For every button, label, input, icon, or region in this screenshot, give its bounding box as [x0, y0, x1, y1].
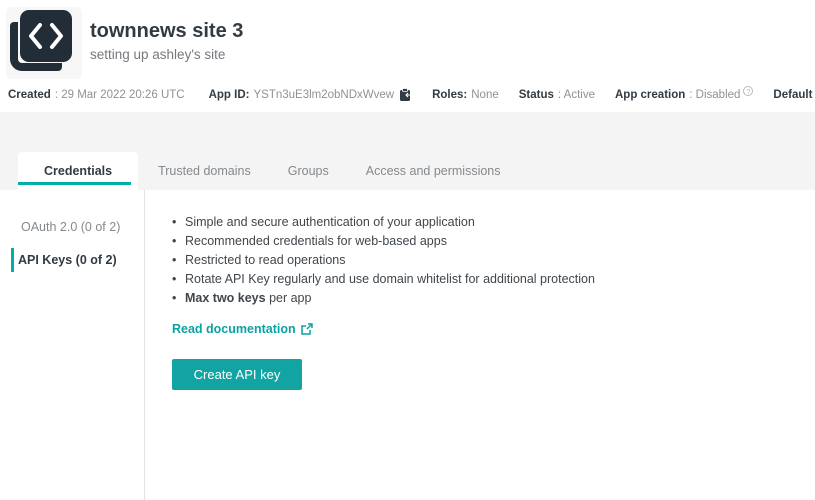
read-documentation-label: Read documentation — [172, 322, 296, 336]
sidebar-item-api-keys[interactable]: API Keys (0 of 2) — [11, 248, 144, 272]
tab-credentials-label: Credentials — [44, 164, 112, 178]
meta-created: Created : 29 Mar 2022 20:26 UTC — [8, 89, 185, 101]
app-header: townnews site 3 setting up ashley's site… — [0, 0, 815, 112]
page-subtitle: setting up ashley's site — [90, 47, 225, 62]
meta-status: Status : Active — [519, 89, 595, 101]
api-keys-panel: Simple and secure authentication of your… — [145, 190, 815, 500]
tab-access-permissions-label: Access and permissions — [366, 164, 501, 178]
app-id-label: App ID: — [209, 89, 250, 101]
roles-label: Roles: — [432, 89, 467, 101]
page-title: townnews site 3 — [90, 20, 243, 43]
code-brackets-icon — [20, 10, 72, 62]
meta-app-creation: App creation : Disabled ? — [615, 86, 753, 104]
created-value: : 29 Mar 2022 20:26 UTC — [55, 89, 185, 101]
app-meta-row: Created : 29 Mar 2022 20:26 UTC App ID: … — [8, 86, 808, 104]
tab-groups[interactable]: Groups — [271, 152, 346, 190]
help-icon[interactable]: ? — [743, 86, 753, 96]
sidebar-item-oauth[interactable]: OAuth 2.0 (0 of 2) — [11, 215, 144, 239]
list-item: Simple and secure authentication of your… — [172, 213, 815, 232]
api-key-info-list: Simple and secure authentication of your… — [172, 213, 815, 308]
tab-trusted-domains[interactable]: Trusted domains — [141, 152, 268, 190]
meta-default-project: Default project: None — [773, 89, 815, 101]
credentials-sidebar: OAuth 2.0 (0 of 2) API Keys (0 of 2) — [0, 190, 145, 500]
sidebar-item-oauth-label: OAuth 2.0 (0 of 2) — [21, 220, 120, 234]
app-logo — [6, 7, 82, 79]
created-label: Created — [8, 89, 51, 101]
tab-groups-label: Groups — [288, 164, 329, 178]
app-creation-label: App creation — [615, 89, 685, 101]
create-api-key-button[interactable]: Create API key — [172, 359, 302, 390]
list-item: Max two keys per app — [172, 289, 815, 308]
external-link-icon — [301, 323, 313, 335]
tab-trusted-domains-label: Trusted domains — [158, 164, 251, 178]
default-project-label: Default project: — [773, 89, 815, 101]
sidebar-item-api-keys-label: API Keys (0 of 2) — [18, 253, 117, 267]
list-item: Rotate API Key regularly and use domain … — [172, 270, 815, 289]
copy-icon[interactable] — [399, 88, 412, 102]
tab-bar: Credentials Trusted domains Groups Acces… — [0, 112, 815, 190]
tab-credentials[interactable]: Credentials — [18, 152, 138, 190]
active-tab-underline — [18, 182, 131, 185]
status-value: : Active — [558, 89, 595, 101]
tab-access-permissions[interactable]: Access and permissions — [349, 152, 518, 190]
app-id-value: YSTn3uE3lm2obNDxWvew — [253, 89, 394, 101]
read-documentation-link[interactable]: Read documentation — [172, 322, 313, 336]
status-label: Status — [519, 89, 554, 101]
roles-value: None — [471, 89, 499, 101]
meta-app-id: App ID: YSTn3uE3lm2obNDxWvew — [209, 88, 413, 102]
list-item: Restricted to read operations — [172, 251, 815, 270]
content-area: OAuth 2.0 (0 of 2) API Keys (0 of 2) Sim… — [0, 190, 815, 500]
list-item: Recommended credentials for web-based ap… — [172, 232, 815, 251]
meta-roles: Roles: None — [432, 89, 499, 101]
app-creation-value: : Disabled — [689, 89, 740, 101]
